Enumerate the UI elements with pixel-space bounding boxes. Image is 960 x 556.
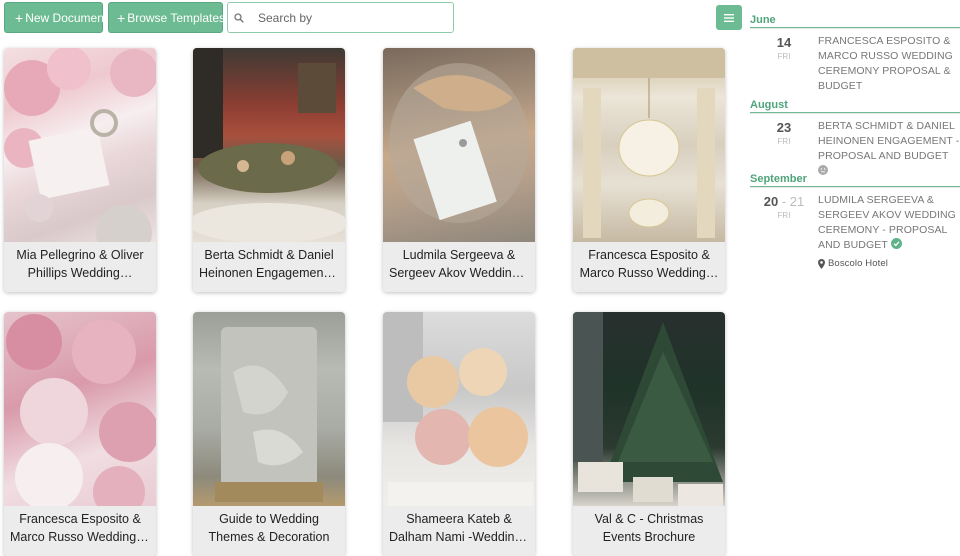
event-title: FRANCESCA ESPOSITO & MARCO RUSSO WEDDING… (818, 35, 953, 92)
card-title-line: Francesca Esposito & (588, 248, 710, 262)
card-thumbnail (573, 48, 725, 242)
event-date: 14 FRI (750, 29, 818, 99)
calendar-event[interactable]: 23 FRI BERTA SCHMIDT & DANIEL HEINONEN E… (750, 113, 960, 175)
check-circle-icon (890, 238, 902, 249)
card-title-line: Val & C - Christmas (594, 512, 704, 526)
calendar-event[interactable]: 14 FRI FRANCESCA ESPOSITO & MARCO RUSSO … (750, 28, 960, 99)
browse-templates-button[interactable]: + Browse Templates (108, 2, 226, 33)
document-card[interactable]: Val & C - Christmas Events Brochure (573, 312, 725, 556)
event-date: 20 - 21 FRI (750, 188, 818, 277)
card-thumbnail (4, 48, 156, 261)
card-title-line: Mia Pellegrino & Oliver (16, 248, 144, 262)
card-title-line: Ludmila Sergeeva & (402, 248, 516, 262)
event-day: 14 (776, 35, 792, 50)
event-day: 23 (776, 120, 792, 135)
card-title-line: Themes & Decoration (208, 530, 330, 544)
card-title-line: Events Brochure (602, 530, 696, 544)
card-thumbnail (383, 312, 535, 506)
card-title: Francesca Esposito & Marco Russo Wedding… (573, 242, 725, 292)
calendar-event[interactable]: 20 - 21 FRI LUDMILA SERGEEVA & SERGEEV A… (750, 187, 960, 277)
search-box (227, 2, 454, 33)
event-weekday: FRI (777, 211, 791, 220)
event-day-range: - 21 (781, 194, 805, 209)
card-title-line: Marco Russo Wedding-… (10, 530, 150, 544)
document-card[interactable]: Francesca Esposito & Marco Russo Wedding… (4, 312, 156, 556)
card-title-line: Shameera Kateb & (406, 512, 512, 526)
card-title: Val & C - Christmas Events Brochure (573, 506, 725, 556)
card-title-line: Dalham Nami -Wedding… (389, 530, 529, 544)
browse-templates-label: Browse Templates (127, 10, 226, 25)
new-document-button[interactable]: + New Document (4, 2, 107, 33)
toolbar: + New Document + Browse Templates (4, 2, 226, 33)
document-card[interactable]: Mia Pellegrino & Oliver Phillips Wedding… (4, 48, 156, 292)
event-day: 20 - 21 (750, 194, 818, 209)
card-thumbnail (383, 48, 535, 242)
hamburger-icon (724, 13, 734, 22)
document-card[interactable]: Ludmila Sergeeva & Sergeev Akov Wedding… (383, 48, 535, 292)
card-title-line: Guide to Wedding (219, 512, 319, 526)
event-location: Boscolo Hotel (818, 256, 960, 271)
event-title-wrap: BERTA SCHMIDT & DANIEL HEINONEN ENGAGEME… (818, 114, 960, 175)
card-title: Guide to Wedding Themes & Decoration (193, 506, 345, 556)
card-title-line: Sergeev Akov Wedding… (389, 266, 529, 280)
document-card[interactable]: Francesca Esposito & Marco Russo Wedding… (573, 48, 725, 292)
card-title-line: Heinonen Engagement -… (199, 266, 339, 280)
card-title: Ludmila Sergeeva & Sergeev Akov Wedding… (383, 242, 535, 292)
card-title: Shameera Kateb & Dalham Nami -Wedding… (383, 506, 535, 556)
document-card[interactable]: Guide to Wedding Themes & Decoration (193, 312, 345, 556)
new-document-label: New Document (25, 10, 108, 25)
event-day-start: 20 (763, 194, 779, 209)
event-location-text: Boscolo Hotel (828, 258, 888, 269)
event-title: LUDMILA SERGEEVA & SERGEEV AKOV WEDDING … (818, 194, 956, 251)
plus-icon: + (15, 9, 24, 26)
card-thumbnail (193, 48, 345, 243)
month-heading: September (750, 173, 960, 187)
month-heading: August (750, 99, 960, 113)
card-title-line: Marco Russo Wedding… (579, 266, 719, 280)
event-weekday: FRI (777, 137, 791, 146)
month-heading: June (750, 14, 960, 28)
neutral-face-icon (818, 165, 828, 175)
card-title-line: Phillips Wedding… (27, 266, 133, 280)
card-thumbnail (193, 312, 345, 506)
card-title-line: Berta Schmidt & Daniel (204, 248, 334, 262)
event-date: 23 FRI (750, 114, 818, 173)
document-card[interactable]: Berta Schmidt & Daniel Heinonen Engageme… (193, 48, 345, 292)
menu-button[interactable] (716, 5, 742, 30)
event-weekday: FRI (777, 52, 791, 61)
card-title: Francesca Esposito & Marco Russo Wedding… (4, 506, 156, 556)
card-thumbnail (4, 312, 156, 518)
calendar-sidebar: June 14 FRI FRANCESCA ESPOSITO & MARCO R… (750, 14, 960, 277)
document-card[interactable]: Shameera Kateb & Dalham Nami -Wedding… (383, 312, 535, 556)
plus-icon: + (117, 9, 126, 26)
map-pin-icon (818, 258, 825, 269)
card-title: Berta Schmidt & Daniel Heinonen Engageme… (193, 242, 345, 292)
card-title-line: Francesca Esposito & (19, 512, 141, 526)
search-input[interactable] (258, 10, 438, 25)
search-icon (234, 12, 244, 23)
card-thumbnail (573, 312, 725, 506)
card-title: Mia Pellegrino & Oliver Phillips Wedding… (4, 242, 156, 292)
event-title: BERTA SCHMIDT & DANIEL HEINONEN ENGAGEME… (818, 120, 960, 162)
event-title-wrap: LUDMILA SERGEEVA & SERGEEV AKOV WEDDING … (818, 188, 960, 277)
